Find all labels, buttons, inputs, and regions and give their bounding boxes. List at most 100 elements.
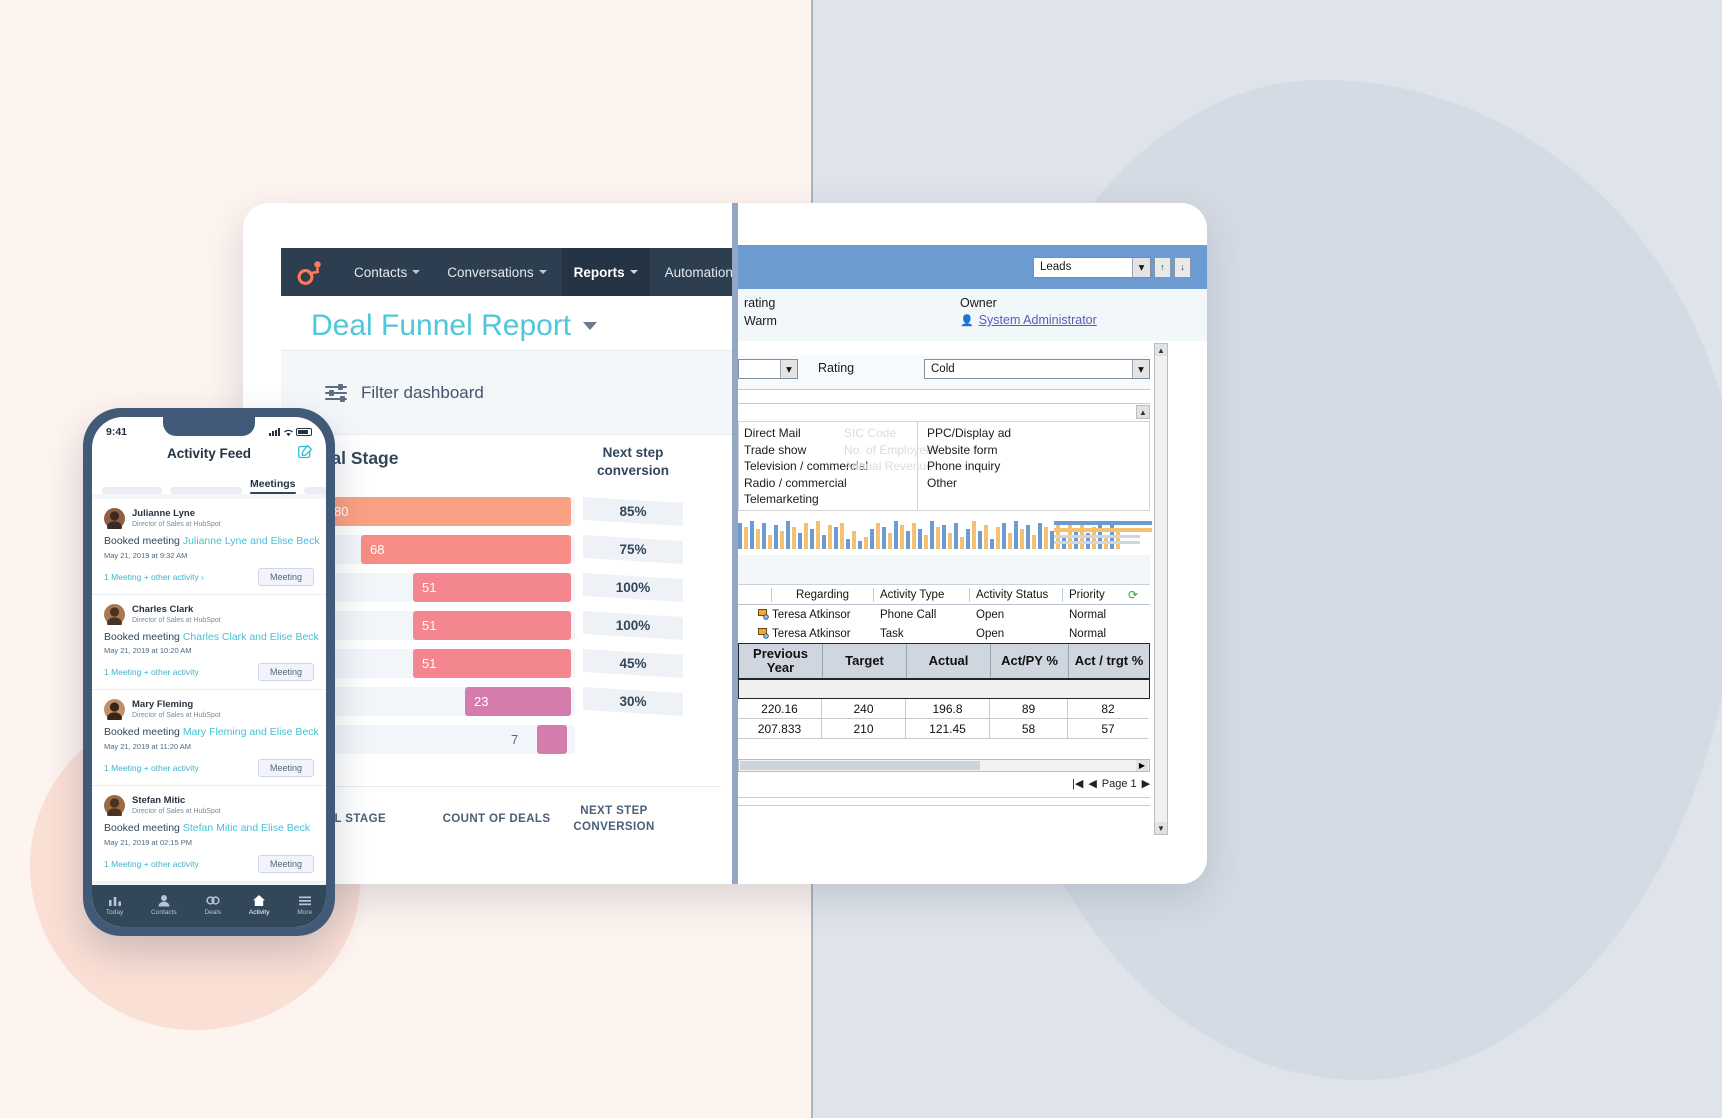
scroll-down-icon[interactable]: ▼ bbox=[1155, 822, 1167, 834]
next-page-icon[interactable]: ▶ bbox=[1142, 777, 1150, 790]
legacy-mini-bar bbox=[1116, 531, 1120, 549]
home-icon bbox=[252, 894, 266, 907]
legacy-activity-row[interactable]: Teresa Atkinsor Phone Call Open Normal bbox=[738, 605, 1150, 624]
page-title[interactable]: Deal Funnel Report bbox=[311, 309, 598, 343]
legacy-list-item[interactable]: Phone inquiry bbox=[927, 458, 1011, 475]
funnel-bar-row[interactable]: 7 bbox=[309, 725, 575, 754]
legacy-mini-bar bbox=[918, 529, 922, 549]
legacy-cell-regarding: Teresa Atkinsor bbox=[772, 608, 851, 621]
legacy-mini-bar bbox=[960, 537, 964, 549]
legacy-owner-link[interactable]: System Administrator bbox=[979, 313, 1097, 327]
legacy-col-activity-type[interactable]: Activity Type bbox=[874, 587, 970, 602]
legacy-mini-bar bbox=[822, 535, 826, 549]
nav-item-conversations[interactable]: Conversations bbox=[435, 248, 558, 296]
legacy-activity-row[interactable]: Teresa Atkinsor Task Open Normal bbox=[738, 624, 1150, 643]
scrollbar-thumb[interactable] bbox=[740, 761, 980, 770]
legacy-list-item[interactable]: SIC Code bbox=[844, 425, 939, 442]
legacy-mini-bar bbox=[966, 529, 970, 549]
legacy-mini-bar bbox=[792, 527, 796, 549]
legacy-metric-col-act-trgt: Act / trgt % bbox=[1074, 652, 1144, 668]
contact-record-icon bbox=[738, 609, 772, 620]
activity-feed-item[interactable]: Stefan Mitic Director of Sales at HubSpot… bbox=[92, 785, 326, 882]
filter-dashboard-bar[interactable]: Filter dashboard bbox=[281, 350, 732, 434]
legacy-vertical-scrollbar[interactable]: ▲ ▼ bbox=[1154, 343, 1168, 835]
mobile-tab-activity[interactable]: Activity bbox=[249, 894, 269, 916]
scroll-up-icon[interactable]: ▲ bbox=[1155, 344, 1167, 356]
legacy-mini-bar bbox=[906, 531, 910, 549]
nav-item-reports[interactable]: Reports bbox=[561, 248, 650, 296]
legacy-form-rating-select[interactable]: Cold ▾ bbox=[924, 359, 1150, 379]
legacy-list-item[interactable]: Other bbox=[927, 475, 1011, 492]
funnel-bar-row[interactable]: 80 bbox=[309, 497, 575, 526]
funnel-bar-row[interactable]: 51 bbox=[309, 649, 575, 678]
legacy-metric-cell: 196.8 bbox=[906, 699, 990, 719]
funnel-bar-row[interactable]: 51 bbox=[309, 611, 575, 640]
legacy-metric-cell: 121.45 bbox=[906, 719, 990, 739]
legacy-sort-down-button[interactable]: ↓ bbox=[1174, 256, 1191, 278]
compose-icon[interactable] bbox=[298, 444, 313, 459]
legacy-mini-bar bbox=[810, 529, 814, 549]
prev-page-icon[interactable]: ◀ bbox=[1088, 777, 1096, 790]
legacy-metric-row: 220.16 240 196.8 89 82 bbox=[738, 699, 1150, 719]
scroll-right-icon[interactable]: ▶ bbox=[1136, 760, 1148, 771]
legacy-sort-up-button[interactable]: ↑ bbox=[1154, 256, 1171, 278]
refresh-icon[interactable]: ⟳ bbox=[1125, 588, 1141, 602]
scroll-up-icon[interactable]: ▲ bbox=[1137, 406, 1149, 418]
mobile-tab-today[interactable]: Today bbox=[106, 894, 123, 916]
legacy-view-select[interactable]: Leads ▾ bbox=[1033, 256, 1151, 278]
user-icon: 👤 bbox=[960, 314, 974, 327]
feed-item-action-link[interactable]: Charles Clark and Elise Beck bbox=[183, 631, 319, 643]
feed-item-name: Charles Clark bbox=[132, 603, 194, 615]
legacy-inner-scroll-up[interactable]: ▲ bbox=[1136, 405, 1150, 419]
legacy-mini-bar bbox=[804, 523, 808, 549]
legacy-mini-bar bbox=[948, 533, 952, 549]
mobile-tab-deals[interactable]: Deals bbox=[204, 894, 221, 916]
funnel-conversion-chip: 85% bbox=[583, 497, 683, 526]
legacy-source-list-right[interactable]: PPC/Display ad Website form Phone inquiry O… bbox=[927, 425, 1011, 491]
activity-feed-item[interactable]: Charles Clark Director of Sales at HubSpo… bbox=[92, 594, 326, 691]
legacy-metric-col-target: Target bbox=[823, 644, 907, 678]
legacy-list-item[interactable]: PPC/Display ad bbox=[927, 425, 1011, 442]
feed-item-action: Booked meeting Stefan Mitic and Elise Be… bbox=[104, 821, 311, 834]
feed-item-activity-link[interactable]: 1 Meeting + other activity bbox=[104, 859, 199, 869]
legacy-unknown-select[interactable]: ▾ bbox=[738, 359, 798, 379]
legacy-list-item[interactable]: Telemarketing bbox=[744, 491, 868, 508]
legacy-list-item[interactable]: Website form bbox=[927, 442, 1011, 459]
mobile-tab-placeholder-1[interactable] bbox=[102, 487, 162, 494]
feed-item-date: May 21, 2019 at 02:15 PM bbox=[104, 837, 192, 847]
mobile-tab-more[interactable]: More bbox=[297, 894, 312, 916]
legacy-list-item[interactable]: No. of Employees bbox=[844, 442, 939, 459]
mobile-tab-placeholder-2[interactable] bbox=[170, 487, 242, 494]
feed-item-action-link[interactable]: Stefan Mitic and Elise Beck bbox=[183, 822, 310, 834]
funnel-bar-row[interactable]: 51 bbox=[309, 573, 575, 602]
feed-item-action-link[interactable]: Julianne Lyne and Elise Beck bbox=[183, 535, 320, 547]
avatar bbox=[104, 699, 125, 724]
legacy-metric-col-previous-year: Previous Year bbox=[739, 644, 823, 678]
first-page-icon[interactable]: |◀ bbox=[1072, 777, 1083, 790]
legacy-list-item[interactable]: Radio / commercial bbox=[744, 475, 868, 492]
activity-feed-item[interactable]: Mary Fleming Director of Sales at HubSpot… bbox=[92, 690, 326, 786]
legacy-col-activity-status[interactable]: Activity Status bbox=[970, 587, 1063, 602]
funnel-bar-value: 7 bbox=[511, 732, 519, 747]
activity-feed-item[interactable]: Julianne Lyne Director of Sales at HubSpo… bbox=[92, 499, 326, 595]
feed-item-activity-link[interactable]: 1 Meeting + other activity › bbox=[104, 572, 204, 582]
legacy-mini-bar bbox=[870, 529, 874, 549]
mobile-tab-meetings[interactable]: Meetings bbox=[250, 478, 296, 494]
funnel-bar-row[interactable]: 68 bbox=[309, 535, 575, 564]
feed-item-action-link[interactable]: Mary Fleming and Elise Beck bbox=[183, 726, 319, 738]
funnel-bar-row[interactable]: 23 bbox=[309, 687, 575, 716]
avatar bbox=[104, 508, 125, 533]
legacy-col-priority[interactable]: Priority bbox=[1063, 588, 1125, 602]
legacy-horizontal-scrollbar[interactable]: ▶ bbox=[738, 759, 1150, 772]
feed-item-name: Mary Fleming bbox=[132, 699, 194, 711]
feed-item-activity-link[interactable]: 1 Meeting + other activity bbox=[104, 667, 199, 677]
feed-item-activity-link[interactable]: 1 Meeting + other activity bbox=[104, 763, 199, 773]
feed-item-date: May 21, 2019 at 11:20 AM bbox=[104, 741, 192, 751]
legacy-col-regarding[interactable]: Regarding bbox=[772, 587, 874, 602]
nav-item-contacts[interactable]: Contacts bbox=[342, 248, 432, 296]
nav-item-automation[interactable]: Automation bbox=[653, 248, 732, 296]
legacy-list-item[interactable]: Annual Revenue bbox=[844, 458, 939, 475]
legacy-owner-label: Owner bbox=[960, 296, 997, 310]
mobile-tab-contacts[interactable]: Contacts bbox=[151, 894, 177, 916]
mobile-tab-placeholder-3[interactable] bbox=[303, 487, 326, 494]
